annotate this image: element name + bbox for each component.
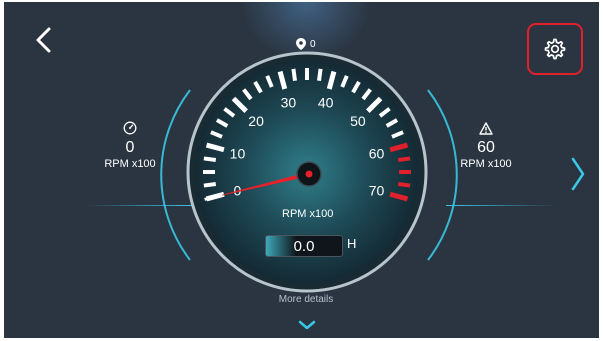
gauge-tick-label: 30 xyxy=(281,94,297,110)
gauge-tick-label: 40 xyxy=(318,94,334,110)
gauge-tick xyxy=(397,182,411,188)
gauge-tick xyxy=(397,156,411,162)
engine-hours-display: 0.0 xyxy=(265,235,343,257)
gauge-tick xyxy=(203,182,217,188)
needle-hub-dot xyxy=(305,170,313,178)
gauge-tick-label: 70 xyxy=(369,183,385,199)
chevron-right-icon xyxy=(571,157,585,191)
rpm-gauge: 0102030 40506070 xyxy=(160,51,458,293)
engine-hours-unit: H xyxy=(347,236,357,251)
gauge-unit-label: RPM x100 xyxy=(282,208,334,220)
gauge-tick-label: 10 xyxy=(230,145,246,161)
gauge-tick-label: 50 xyxy=(350,113,366,129)
engine-hours-value: 0.0 xyxy=(293,237,315,255)
next-page-button[interactable] xyxy=(566,152,590,196)
more-details-chevron[interactable] xyxy=(297,318,317,332)
dashboard-screen: 0 0 RPM x100 60 RPM x100 0 10 20 30 40 5… xyxy=(4,2,599,338)
gauge-tick xyxy=(291,68,297,82)
more-details-link[interactable]: More details xyxy=(254,294,358,305)
chevron-down-icon xyxy=(298,320,316,330)
right-outer-arc xyxy=(427,89,458,261)
gauge-tick-label: 20 xyxy=(248,113,264,129)
gauge-tick xyxy=(203,156,217,162)
gauge-tick-label: 60 xyxy=(369,145,385,161)
gauge-tick xyxy=(317,68,323,82)
left-outer-arc xyxy=(160,89,191,261)
